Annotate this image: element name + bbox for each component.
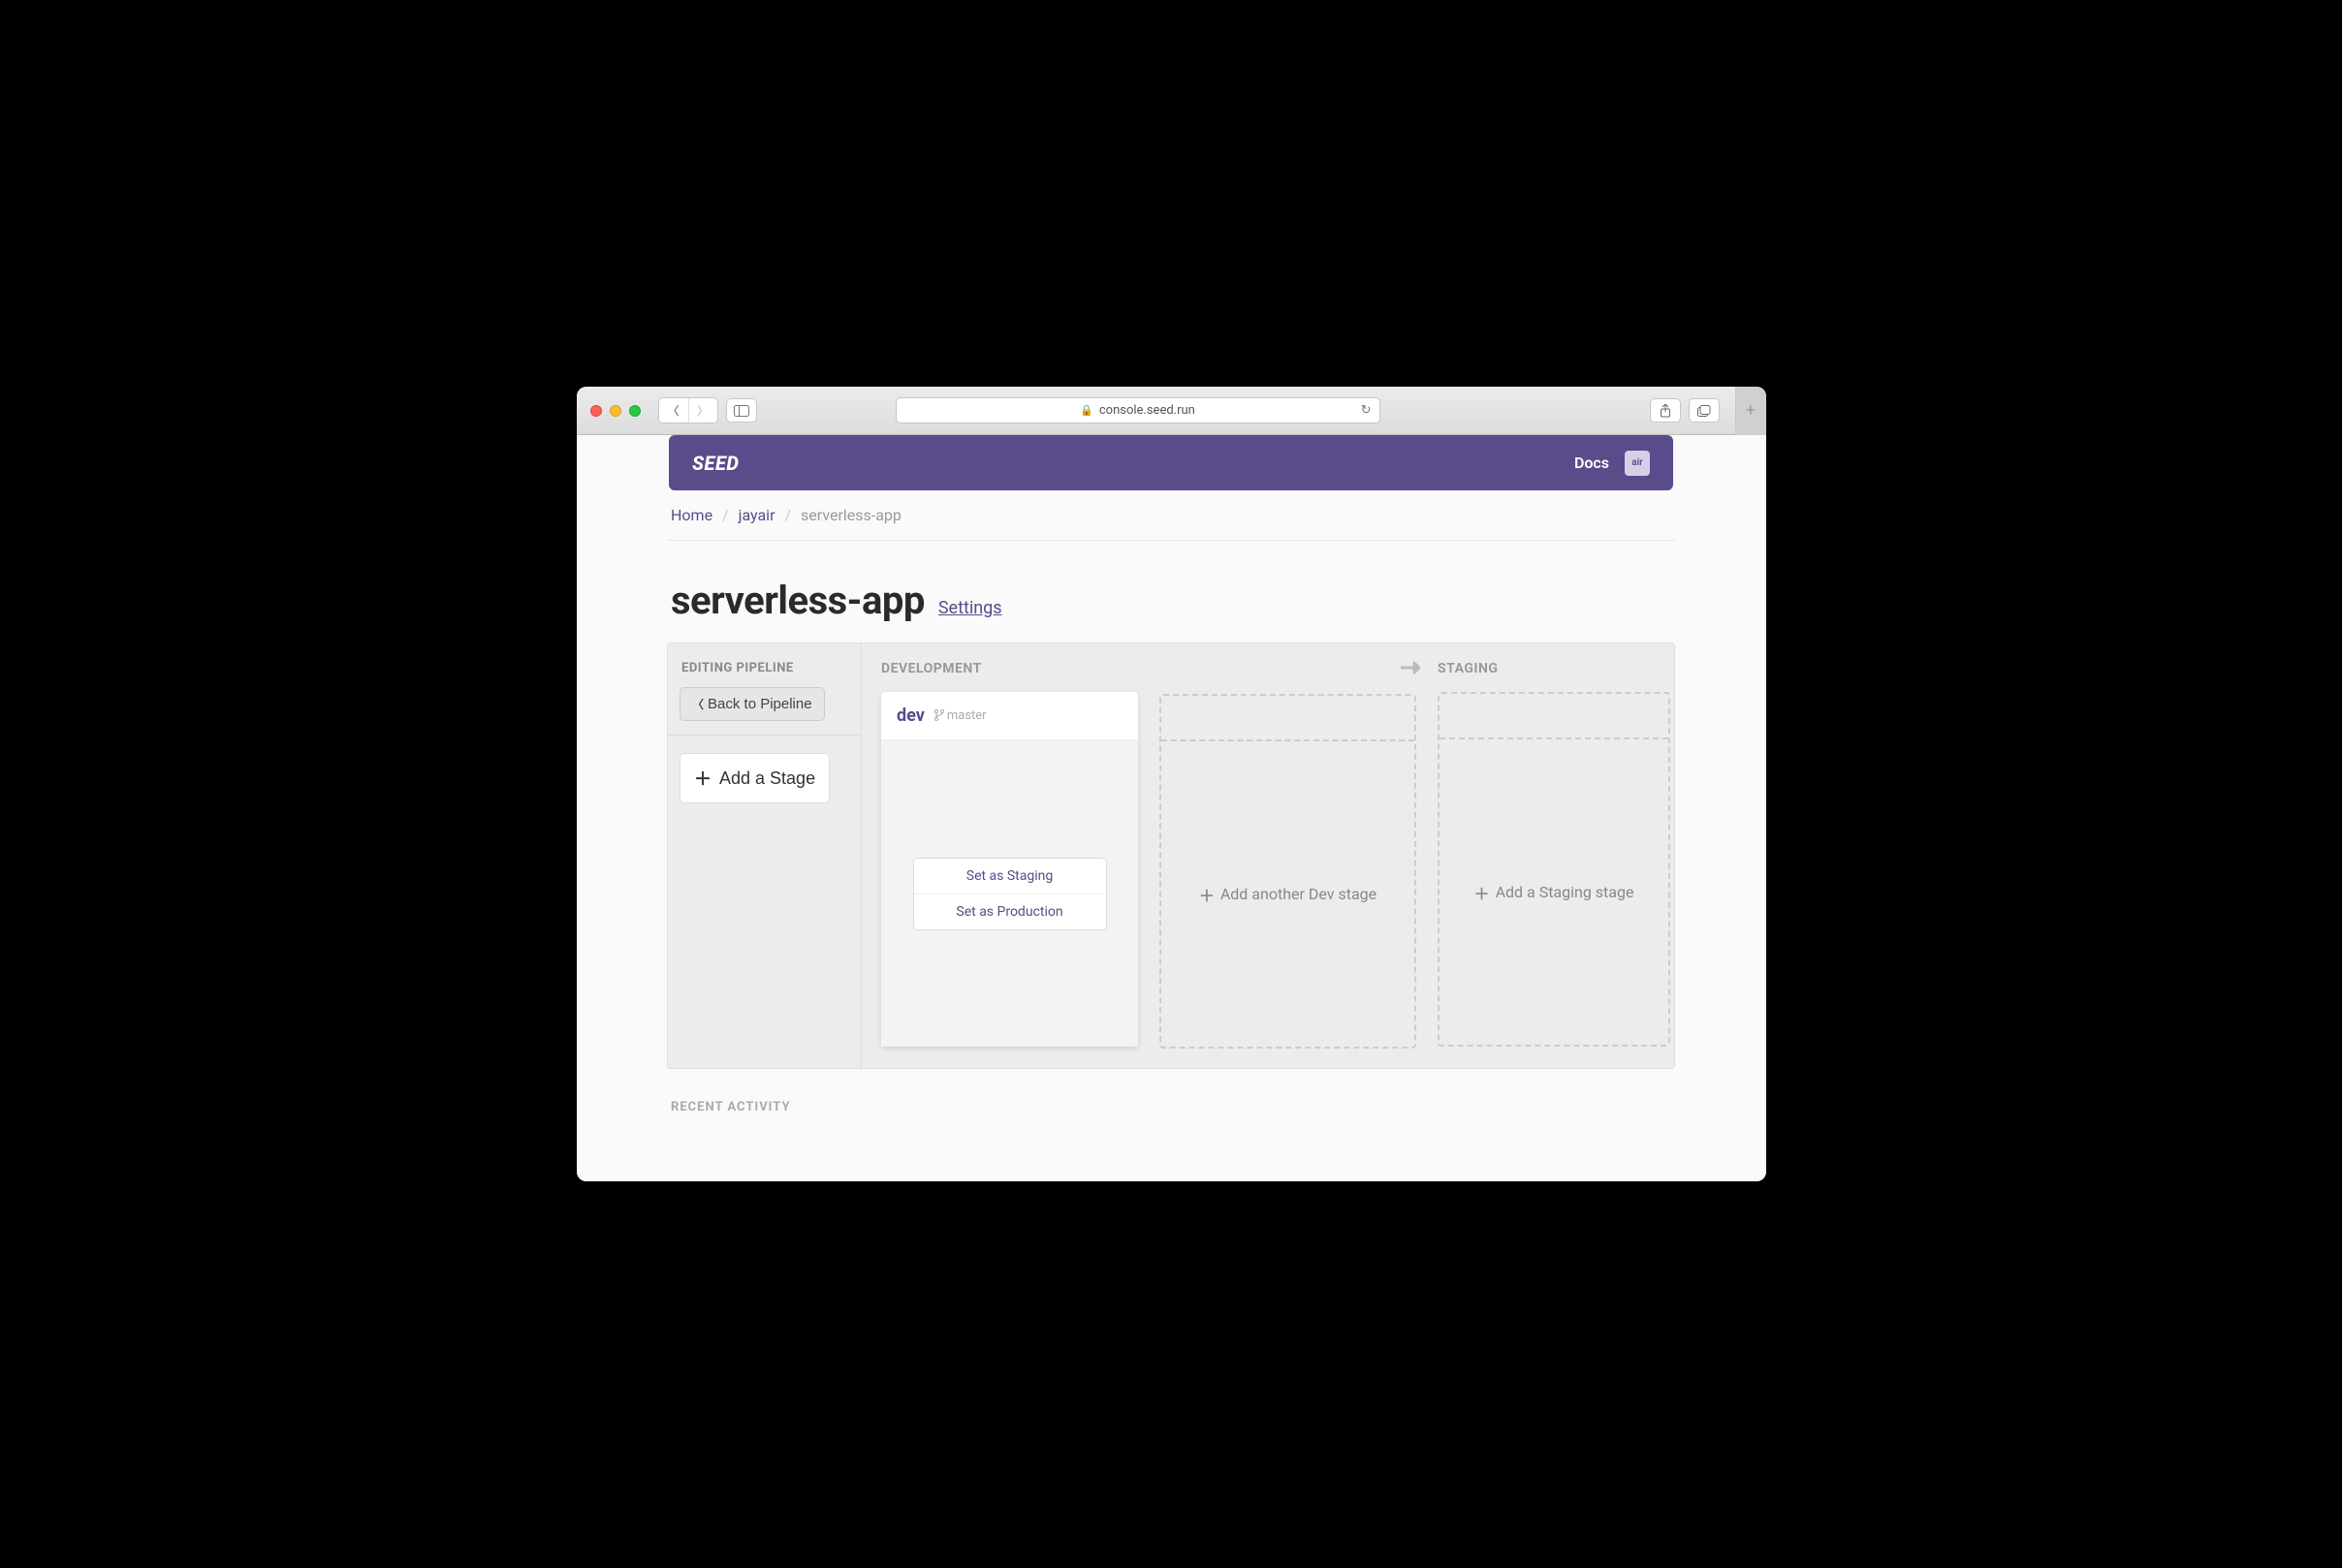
placeholder-header [1440,694,1668,739]
share-button[interactable] [1650,398,1681,423]
logo[interactable]: SEED [692,452,739,475]
editing-header: EDITING PIPELINE [668,643,861,687]
set-as-staging-button[interactable]: Set as Staging [914,859,1106,894]
settings-link[interactable]: Settings [938,598,1002,618]
staging-label: STAGING [1438,661,1670,676]
address-text: console.seed.run [1099,403,1195,418]
add-stage-label: Add a Stage [719,768,815,789]
forward-button[interactable]: 〉 [688,398,717,423]
stage-actions: Set as Staging Set as Production [913,858,1107,930]
lock-icon: 🔒 [1080,404,1093,417]
add-dev-placeholder: ＋ Add another Dev stage [1159,694,1416,1049]
browser-window: 〈 〉 🔒 console.seed.run ↻ + SEED Docs [577,387,1766,1181]
add-staging-placeholder: ＋ Add a Staging stage [1438,692,1670,1047]
docs-link[interactable]: Docs [1574,454,1609,472]
stage-card-header: dev master [881,692,1138,740]
stages-area: DEVELOPMENT dev master [862,643,1674,1068]
development-column: DEVELOPMENT dev master [881,661,1138,1049]
add-staging-stage-button[interactable]: ＋ Add a Staging stage [1440,739,1668,1045]
page-header: serverless-app Settings [667,541,1675,643]
reload-icon[interactable]: ↻ [1361,403,1372,418]
right-toolbar [1650,398,1720,423]
maximize-window-icon[interactable] [629,405,641,417]
add-staging-label: Add a Staging stage [1496,883,1634,901]
address-bar[interactable]: 🔒 console.seed.run ↻ [896,397,1380,423]
plus-icon: ＋ [1199,883,1215,906]
add-dev-column: ＋ Add another Dev stage [1159,661,1416,1049]
arrow-right-icon [1401,661,1420,678]
set-as-production-button[interactable]: Set as Production [914,894,1106,929]
new-tab-button[interactable]: + [1735,387,1766,435]
back-label: Back to Pipeline [708,696,812,712]
editing-sidebar: EDITING PIPELINE 〈 Back to Pipeline ＋ Ad… [668,643,862,1068]
breadcrumb-org[interactable]: jayair [739,506,775,524]
page-content: SEED Docs air Home / jayair / serverless… [577,435,1766,1181]
tabs-button[interactable] [1689,398,1720,423]
back-button[interactable]: 〈 [659,398,688,423]
add-stage-button[interactable]: ＋ Add a Stage [680,753,830,803]
avatar[interactable]: air [1625,451,1650,476]
placeholder-header [1161,696,1414,741]
chevron-left-icon: 〈 [692,696,704,712]
staging-column: STAGING ＋ Add a Staging stage [1438,661,1670,1049]
back-to-pipeline-button[interactable]: 〈 Back to Pipeline [680,687,825,721]
breadcrumb-sep: / [722,506,729,524]
app-topnav: SEED Docs air [669,435,1673,490]
nav-buttons: 〈 〉 [658,397,718,423]
stage-name[interactable]: dev [897,706,925,726]
pipeline-editor: EDITING PIPELINE 〈 Back to Pipeline ＋ Ad… [667,643,1675,1069]
column-spacer [1159,661,1416,678]
plus-icon: ＋ [1474,881,1490,904]
recent-activity-header: RECENT ACTIVITY [667,1069,1675,1124]
minimize-window-icon[interactable] [610,405,621,417]
add-dev-stage-button[interactable]: ＋ Add another Dev stage [1161,741,1414,1047]
dev-stage-card: dev master Set as Staging Set as Product… [881,692,1138,1047]
breadcrumb: Home / jayair / serverless-app [667,490,1675,541]
branch-indicator: master [934,708,987,723]
stage-card-body: Set as Staging Set as Production [881,740,1138,1047]
plus-icon: ＋ [694,766,712,791]
add-dev-label: Add another Dev stage [1220,885,1377,903]
branch-name: master [947,708,987,723]
close-window-icon[interactable] [590,405,602,417]
development-label: DEVELOPMENT [881,661,1138,676]
divider [668,735,861,736]
breadcrumb-current: serverless-app [801,506,902,524]
page-title: serverless-app [671,578,925,623]
breadcrumb-home[interactable]: Home [671,506,712,524]
sidebar-toggle-button[interactable] [726,398,757,423]
breadcrumb-sep: / [784,506,791,524]
browser-titlebar: 〈 〉 🔒 console.seed.run ↻ + [577,387,1766,435]
git-branch-icon [934,709,944,721]
window-controls [590,405,641,417]
